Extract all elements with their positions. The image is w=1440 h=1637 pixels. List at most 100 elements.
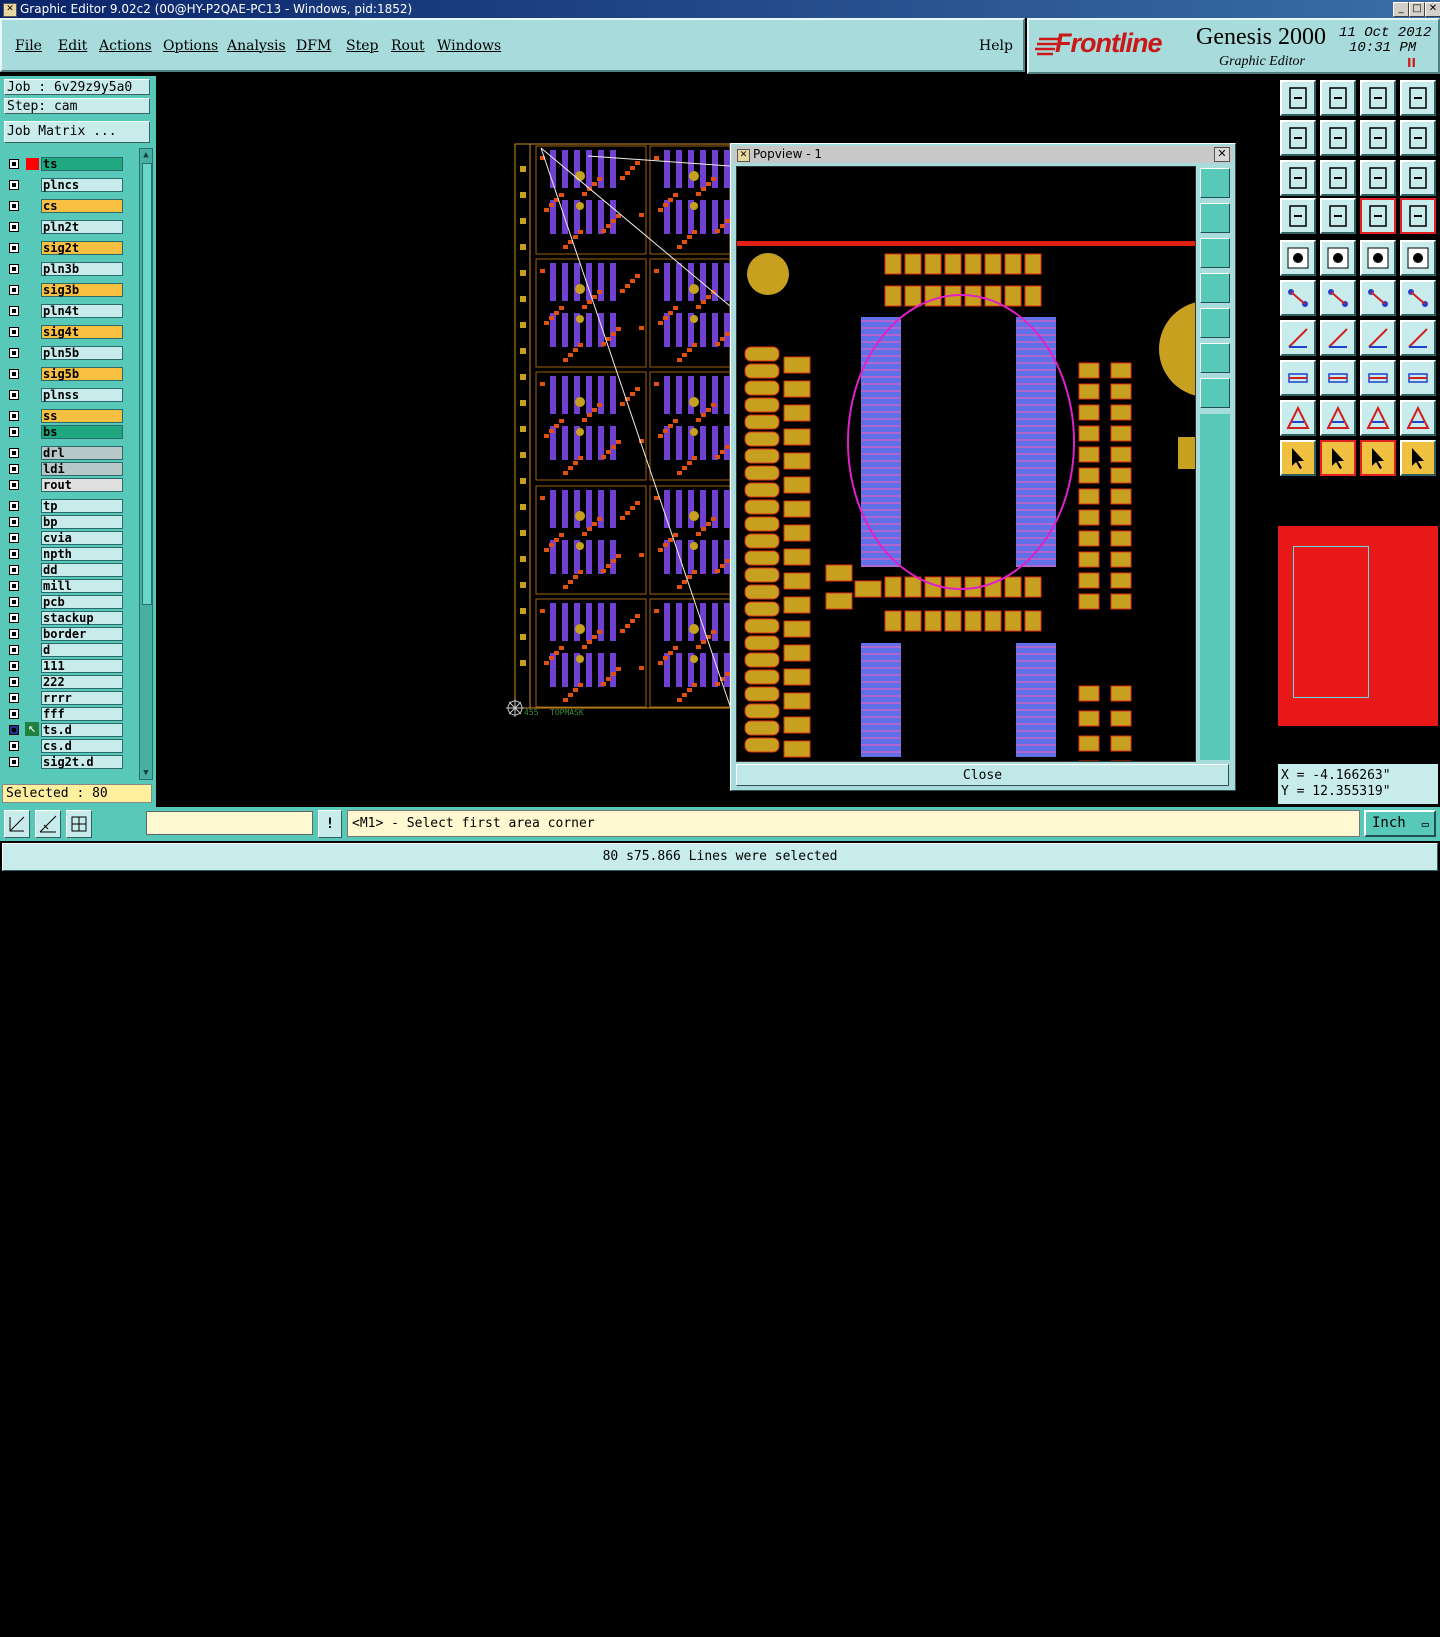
layer-name[interactable]: sig4t xyxy=(41,325,123,339)
tool-fill-mode-button[interactable] xyxy=(1400,240,1436,276)
layer-checkbox[interactable] xyxy=(9,661,19,671)
minimize-button[interactable]: _ xyxy=(1393,2,1409,17)
grid-mode-button[interactable] xyxy=(66,810,92,838)
layer-row-sig3b[interactable]: sig3b xyxy=(6,283,124,298)
close-button[interactable]: ✕ xyxy=(1425,2,1440,17)
layer-checkbox[interactable] xyxy=(9,369,19,379)
pv-zoom-area-button[interactable] xyxy=(1200,343,1230,373)
layer-name[interactable]: cs xyxy=(41,199,123,213)
layer-checkbox[interactable] xyxy=(9,464,19,474)
layer-name[interactable]: cs.d xyxy=(41,739,123,753)
tool-ruler-button[interactable] xyxy=(1360,240,1396,276)
tool-display-options-button[interactable] xyxy=(1280,198,1316,234)
tool-select-area-button[interactable] xyxy=(1360,440,1396,476)
layer-checkbox[interactable] xyxy=(9,448,19,458)
layer-name[interactable]: border xyxy=(41,627,123,641)
measure-mode-button[interactable] xyxy=(35,810,61,838)
tool-snap-red-a-button[interactable] xyxy=(1360,198,1396,234)
layer-name[interactable]: pln5b xyxy=(41,346,123,360)
tool-cut-line-button[interactable] xyxy=(1320,360,1356,396)
maximize-button[interactable]: □ xyxy=(1409,2,1425,17)
snap-mode-button[interactable] xyxy=(4,810,30,838)
layer-row-ts[interactable]: ts xyxy=(6,157,124,172)
popview-zoom-view[interactable] xyxy=(737,167,1195,761)
layer-row-bp[interactable]: bp xyxy=(6,515,124,530)
layer-checkbox[interactable] xyxy=(9,533,19,543)
layer-name[interactable]: plnss xyxy=(41,388,123,402)
pv-pan-right-button[interactable] xyxy=(1200,308,1230,338)
layer-checkbox[interactable] xyxy=(9,180,19,190)
layer-row-cs[interactable]: cs xyxy=(6,199,124,214)
layer-checkbox[interactable] xyxy=(9,757,19,767)
tool-rotate-button[interactable] xyxy=(1360,320,1396,356)
layer-checkbox[interactable] xyxy=(9,645,19,655)
layer-row-d[interactable]: d xyxy=(6,643,124,658)
tool-polygon-b-button[interactable] xyxy=(1320,400,1356,436)
tool-polygon-a-button[interactable] xyxy=(1280,400,1316,436)
scroll-thumb[interactable] xyxy=(142,163,152,605)
tool-copy-button[interactable] xyxy=(1400,360,1436,396)
layer-row-ldi[interactable]: ldi xyxy=(6,462,124,477)
layer-name[interactable]: sig3b xyxy=(41,283,123,297)
tool-add-node-button[interactable] xyxy=(1400,280,1436,316)
layer-row-fff[interactable]: fff xyxy=(6,707,124,722)
layer-name[interactable]: ss xyxy=(41,409,123,423)
layer-checkbox[interactable] xyxy=(9,725,19,735)
layer-checkbox[interactable] xyxy=(9,693,19,703)
layer-checkbox[interactable] xyxy=(9,741,19,751)
tool-center-view-button[interactable] xyxy=(1320,160,1356,196)
menu-edit[interactable]: Edit xyxy=(58,38,87,54)
menu-actions[interactable]: Actions xyxy=(99,38,152,54)
layer-row-plncs[interactable]: plncs xyxy=(6,178,124,193)
menu-file[interactable]: File xyxy=(15,38,42,54)
layer-row-pln3b[interactable]: pln3b xyxy=(6,262,124,277)
layer-name[interactable]: ts.d xyxy=(41,723,123,737)
layer-row-rout[interactable]: rout xyxy=(6,478,124,493)
layer-name[interactable]: plncs xyxy=(41,178,123,192)
layer-row-pcb[interactable]: pcb xyxy=(6,595,124,610)
layer-name[interactable]: bp xyxy=(41,515,123,529)
layer-name[interactable]: pln4t xyxy=(41,304,123,318)
layer-row-border[interactable]: border xyxy=(6,627,124,642)
tool-snap-red-b-button[interactable] xyxy=(1400,198,1436,234)
layer-name[interactable]: ts xyxy=(41,157,123,171)
layer-name[interactable]: rout xyxy=(41,478,123,492)
menu-rout[interactable]: Rout xyxy=(391,38,425,54)
tool-fit-all-button[interactable] xyxy=(1280,160,1316,196)
menu-windows[interactable]: Windows xyxy=(437,38,501,54)
layer-name[interactable]: 111 xyxy=(41,659,123,673)
tool-polygon-c-button[interactable] xyxy=(1360,400,1396,436)
layer-row-rrrr[interactable]: rrrr xyxy=(6,691,124,706)
layer-name[interactable]: stackup xyxy=(41,611,123,625)
layer-row-sig2t-d[interactable]: sig2t.d xyxy=(6,755,124,770)
tool-home-view-button[interactable] xyxy=(1360,80,1396,116)
tool-resize-button[interactable] xyxy=(1360,360,1396,396)
layer-name[interactable]: tp xyxy=(41,499,123,513)
layer-row-111[interactable]: 111 xyxy=(6,659,124,674)
layer-row-plnss[interactable]: plnss xyxy=(6,388,124,403)
layer-name[interactable]: pcb xyxy=(41,595,123,609)
layer-row-drl[interactable]: drl xyxy=(6,446,124,461)
layer-checkbox[interactable] xyxy=(9,597,19,607)
layer-row-ts-d[interactable]: ↖ ts.d xyxy=(6,722,124,738)
layer-name[interactable]: pln3b xyxy=(41,262,123,276)
tool-pan-left-button[interactable] xyxy=(1280,120,1316,156)
tool-move-node-button[interactable] xyxy=(1280,280,1316,316)
xy-input[interactable] xyxy=(146,811,313,835)
pv-zoom-in-button[interactable] xyxy=(1200,203,1230,233)
layer-checkbox[interactable] xyxy=(9,427,19,437)
layer-checkbox[interactable] xyxy=(9,222,19,232)
tool-mirror-button[interactable] xyxy=(1400,320,1436,356)
popview-close-icon[interactable]: ✕ xyxy=(1214,147,1230,162)
menu-help[interactable]: Help xyxy=(979,38,1013,54)
layer-row-pln2t[interactable]: pln2t xyxy=(6,220,124,235)
layer-name[interactable]: sig2t xyxy=(41,241,123,255)
layer-row-stackup[interactable]: stackup xyxy=(6,611,124,626)
layer-checkbox[interactable] xyxy=(9,613,19,623)
pv-zoom-out-button[interactable] xyxy=(1200,238,1230,268)
layer-name[interactable]: ldi xyxy=(41,462,123,476)
tool-help-query-button[interactable] xyxy=(1400,160,1436,196)
layer-checkbox[interactable] xyxy=(9,411,19,421)
layer-checkbox[interactable] xyxy=(9,327,19,337)
tool-redraw-button[interactable] xyxy=(1400,120,1436,156)
